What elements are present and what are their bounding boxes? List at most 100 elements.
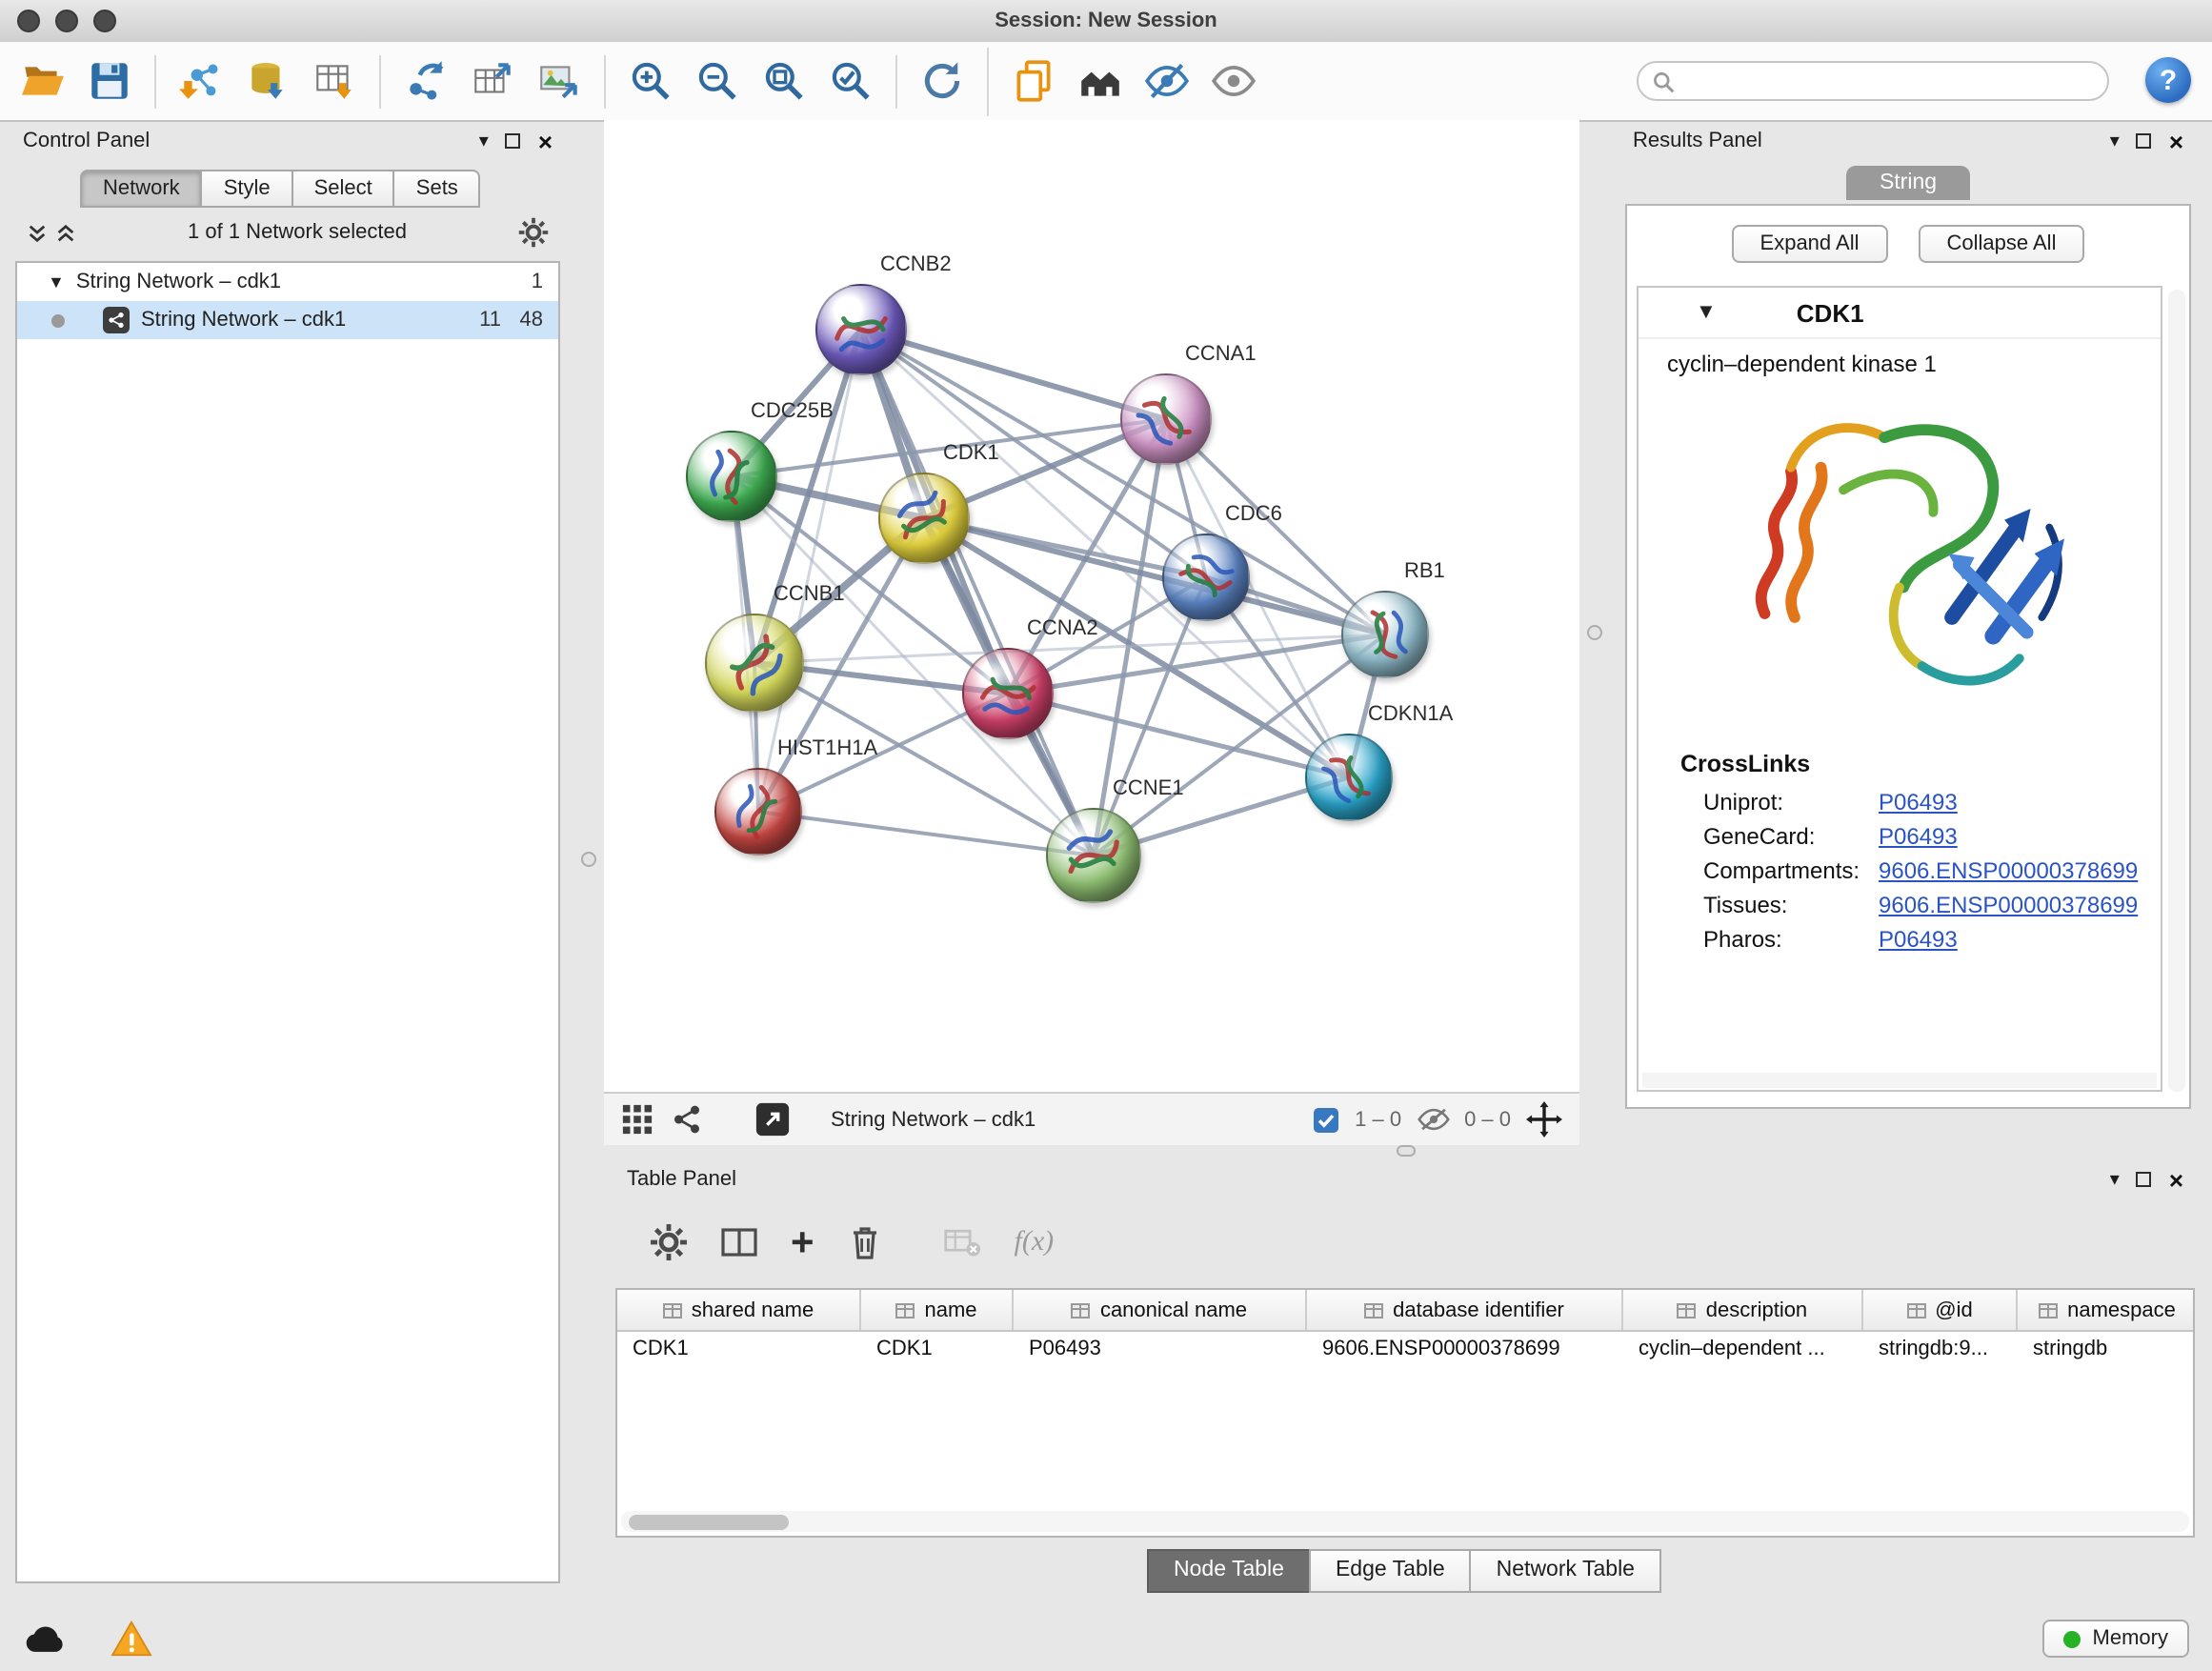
open-external-icon[interactable] [754,1101,791,1137]
tab-sets[interactable]: Sets [395,170,481,208]
table-gear-icon[interactable] [650,1223,688,1261]
network-edge[interactable] [861,330,1094,856]
crosslink-tissues-link[interactable]: 9606.ENSP00000378699 [1879,892,2138,918]
table-cell[interactable]: cyclin–dependent ... [1623,1332,1863,1368]
horizontal-splitter-handle[interactable] [1397,1145,1416,1157]
import-table-button[interactable] [303,49,366,113]
network-node-cdc25b[interactable] [686,431,777,522]
cloud-icon[interactable] [23,1622,69,1655]
tab-edge-table[interactable]: Edge Table [1309,1549,1472,1593]
column-header[interactable]: namespace [2018,1290,2195,1330]
vertical-scrollbar[interactable] [2168,290,2185,1092]
crosslink-uniprot-link[interactable]: P06493 [1879,789,1958,815]
left-splitter-handle[interactable] [581,852,596,867]
search-field[interactable] [1637,61,2109,101]
column-header[interactable]: description [1623,1290,1863,1330]
string-results-tab[interactable]: String [1847,166,1969,200]
panel-menu-icon[interactable]: ▾ [2110,1169,2120,1190]
network-canvas[interactable]: CCNB2CCNA1CDC25BCDK1CDC6RB1CCNB1CCNA2CDK… [604,120,1579,1094]
network-node-hist1h1a[interactable] [714,768,802,856]
table-cell[interactable]: P06493 [1014,1332,1307,1368]
table-cell[interactable]: stringdb:9... [1863,1332,2018,1368]
show-graphics-details-button[interactable] [1202,49,1265,113]
scrollbar-thumb[interactable] [629,1514,789,1529]
import-network-file-button[interactable] [170,49,232,113]
tab-network[interactable]: Network [80,170,203,208]
delete-column-icon[interactable] [847,1223,885,1261]
zoom-out-button[interactable] [686,49,749,113]
tab-select[interactable]: Select [293,170,395,208]
network-node-cdkn1a[interactable] [1305,734,1393,821]
crosslink-compartments-link[interactable]: 9606.ENSP00000378699 [1879,857,2138,884]
table-cell[interactable]: CDK1 [617,1332,861,1368]
function-builder-icon[interactable]: f(x) [1015,1226,1055,1258]
network-node-cdc6[interactable] [1162,534,1250,621]
table-cell[interactable]: CDK1 [861,1332,1014,1368]
import-network-database-button[interactable] [236,49,299,113]
grid-view-icon[interactable] [621,1103,654,1136]
collapse-section-icon[interactable]: ▼ [1696,301,1717,324]
column-header[interactable]: shared name [617,1290,861,1330]
network-node-rb1[interactable] [1341,591,1429,678]
network-node-ccna2[interactable] [962,648,1054,739]
hidden-eye-icon[interactable] [1417,1107,1449,1132]
table-row[interactable]: CDK1CDK1P064939606.ENSP00000378699cyclin… [617,1332,2193,1368]
hide-graphics-details-button[interactable] [1136,49,1198,113]
network-node-ccnb2[interactable] [815,284,907,375]
tab-node-table[interactable]: Node Table [1147,1549,1311,1593]
export-network-button[interactable] [394,49,457,113]
crosslink-genecard-link[interactable]: P06493 [1879,823,1958,850]
selected-checkbox-icon[interactable] [1313,1106,1339,1133]
tab-style[interactable]: Style [203,170,293,208]
table-cell[interactable]: 9606.ENSP00000378699 [1307,1332,1623,1368]
memory-indicator-button[interactable]: Memory [2043,1620,2189,1658]
panel-menu-icon[interactable]: ▾ [479,131,489,151]
collection-expander-icon[interactable]: ▼ [48,272,65,292]
collapse-all-icon[interactable] [27,222,48,243]
float-panel-icon[interactable] [2137,133,2152,149]
close-window-button[interactable] [17,10,40,32]
open-session-button[interactable] [11,49,74,113]
network-node-ccna1[interactable] [1120,373,1212,465]
network-row[interactable]: String Network – cdk1 11 48 [17,301,558,339]
collapse-all-button[interactable]: Collapse All [1919,225,2085,263]
column-header[interactable]: @id [1863,1290,2018,1330]
table-horizontal-scrollbar[interactable] [621,1511,2189,1532]
expand-all-button[interactable]: Expand All [1732,225,1888,263]
column-header[interactable]: canonical name [1014,1290,1307,1330]
column-header[interactable]: name [861,1290,1014,1330]
add-column-icon[interactable]: + [791,1222,814,1262]
crosslink-pharos-link[interactable]: P06493 [1879,926,1958,953]
birdseye-navigator-button[interactable] [1069,49,1132,113]
float-panel-icon[interactable] [506,133,521,149]
network-node-ccne1[interactable] [1046,808,1141,903]
export-table-button[interactable] [461,49,524,113]
share-network-icon[interactable] [671,1103,703,1136]
close-panel-icon[interactable]: × [538,129,553,153]
search-input[interactable] [1684,68,2094,94]
float-panel-icon[interactable] [2137,1172,2152,1187]
expand-all-icon[interactable] [55,222,76,243]
panel-menu-icon[interactable]: ▾ [2110,131,2120,151]
warning-icon[interactable] [111,1620,152,1658]
zoom-window-button[interactable] [93,10,116,32]
export-image-button[interactable] [528,49,591,113]
gear-icon[interactable] [518,217,549,248]
network-collection-row[interactable]: ▼ String Network – cdk1 1 [17,263,558,301]
close-panel-icon[interactable]: × [2169,1167,2183,1192]
network-node-ccnb1[interactable] [705,614,804,713]
table-cell[interactable]: stringdb [2018,1332,2195,1368]
help-button[interactable]: ? [2145,57,2191,103]
zoom-in-button[interactable] [619,49,682,113]
save-session-button[interactable] [78,49,141,113]
pan-crosshair-icon[interactable] [1526,1101,1562,1137]
zoom-selected-button[interactable] [819,49,882,113]
network-edge[interactable] [924,518,1385,634]
network-node-cdk1[interactable] [878,473,970,564]
show-columns-icon[interactable] [720,1223,758,1261]
close-panel-icon[interactable]: × [2169,129,2183,153]
horizontal-scrollbar[interactable] [1642,1073,2157,1088]
right-splitter-handle[interactable] [1587,625,1602,640]
zoom-fit-button[interactable] [753,49,815,113]
documents-button[interactable] [1002,49,1065,113]
